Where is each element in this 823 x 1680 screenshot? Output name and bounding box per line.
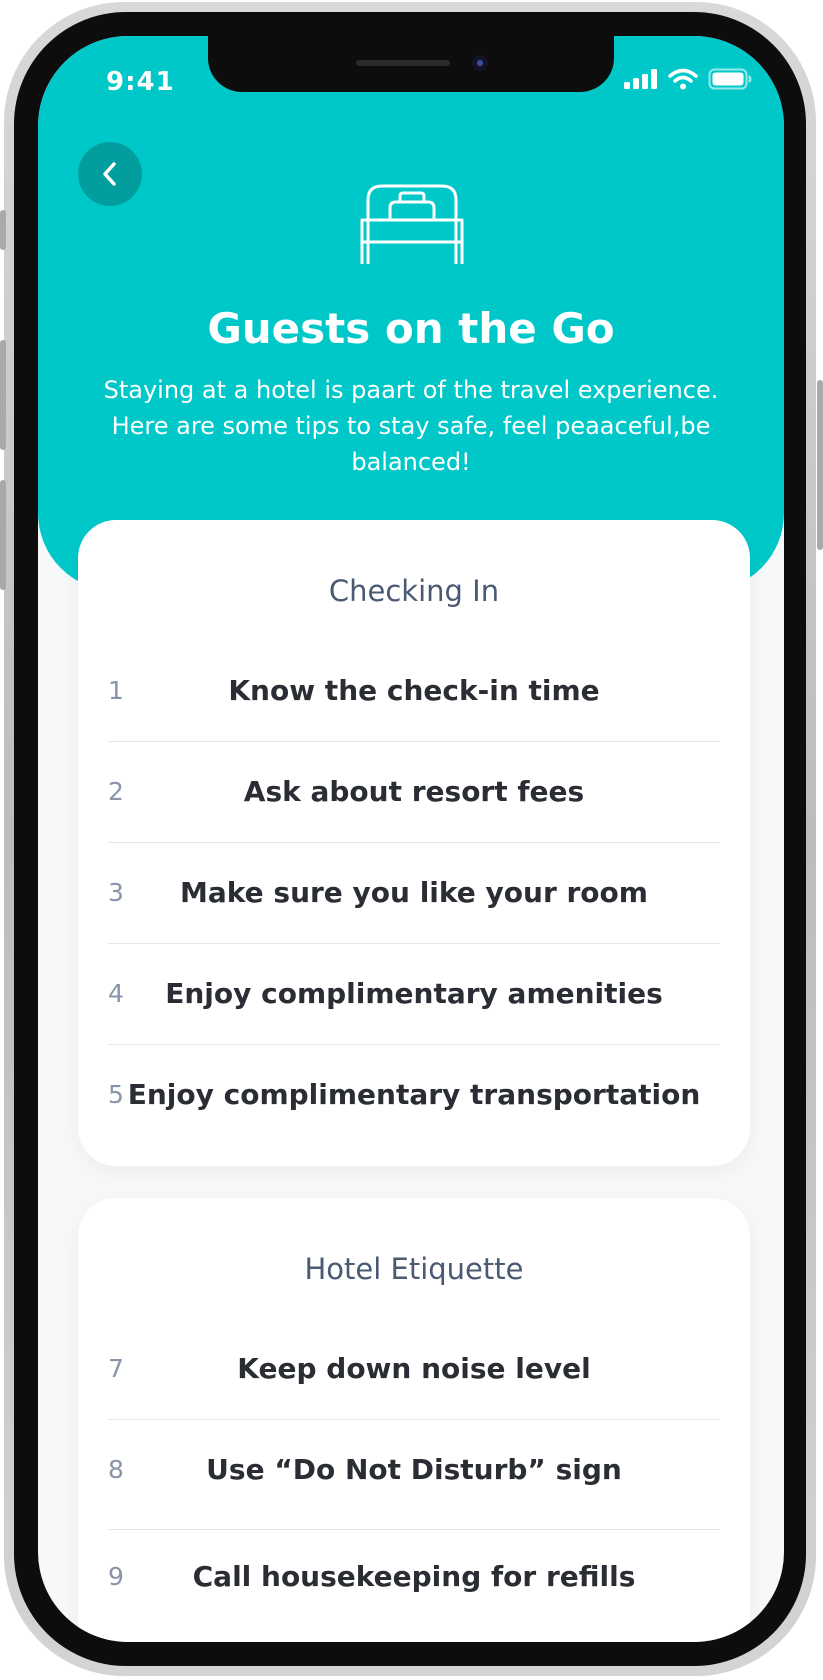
list-item[interactable]: 4 Enjoy complimentary amenities	[108, 943, 720, 1045]
list-item[interactable]: 8 Use “Do Not Disturb” sign	[108, 1419, 720, 1530]
status-icons	[624, 68, 752, 90]
item-label: Enjoy complimentary amenities	[165, 977, 663, 1010]
mute-switch	[0, 210, 6, 250]
page-subtitle: Staying at a hotel is paart of the trave…	[103, 376, 719, 476]
item-label: Use “Do Not Disturb” sign	[206, 1453, 622, 1486]
volume-up-button	[0, 340, 6, 450]
speaker-grille	[356, 60, 450, 66]
volume-down-button	[0, 480, 6, 590]
item-label: Make sure you like your room	[180, 876, 648, 909]
bed-icon	[360, 184, 464, 264]
chevron-left-icon	[103, 162, 116, 186]
battery-icon	[708, 68, 752, 90]
front-camera	[472, 55, 488, 71]
section-title: Checking In	[328, 574, 500, 608]
phone-mockup: 9:41 Guests on the Go Staying at a hotel…	[0, 0, 823, 1680]
notch	[208, 36, 614, 92]
list-item[interactable]: 9 Call housekeeping for refills	[108, 1530, 720, 1631]
item-label: Call housekeeping for refills	[192, 1560, 636, 1593]
item-label: Keep down noise level	[237, 1352, 591, 1385]
item-label: Enjoy complimentary transportation	[127, 1078, 701, 1111]
header-banner: 9:41 Guests on the Go Staying at a hotel…	[38, 36, 784, 591]
power-button	[817, 380, 823, 550]
section-title: Hotel Etiquette	[304, 1252, 524, 1286]
wifi-icon	[668, 68, 698, 90]
item-label: Know the check-in time	[228, 674, 600, 707]
item-label: Ask about resort fees	[243, 775, 585, 808]
app-screen: 9:41 Guests on the Go Staying at a hotel…	[38, 36, 784, 1642]
list-item[interactable]: 2 Ask about resort fees	[108, 741, 720, 843]
back-button[interactable]	[78, 142, 142, 206]
list-item[interactable]: 3 Make sure you like your room	[108, 842, 720, 944]
section-card-hotel-etiquette: Hotel Etiquette 7 Keep down noise level …	[78, 1198, 750, 1642]
status-time: 9:41	[106, 67, 175, 97]
cellular-signal-icon	[624, 69, 657, 89]
list-item[interactable]: 5 Enjoy complimentary transportation	[108, 1044, 720, 1145]
list-item[interactable]: 7 Keep down noise level	[108, 1318, 720, 1420]
list-item[interactable]: 1 Know the check-in time	[108, 640, 720, 742]
section-card-checking-in: Checking In 1 Know the check-in time 2 A…	[78, 520, 750, 1166]
page-title: Guests on the Go	[207, 304, 615, 353]
